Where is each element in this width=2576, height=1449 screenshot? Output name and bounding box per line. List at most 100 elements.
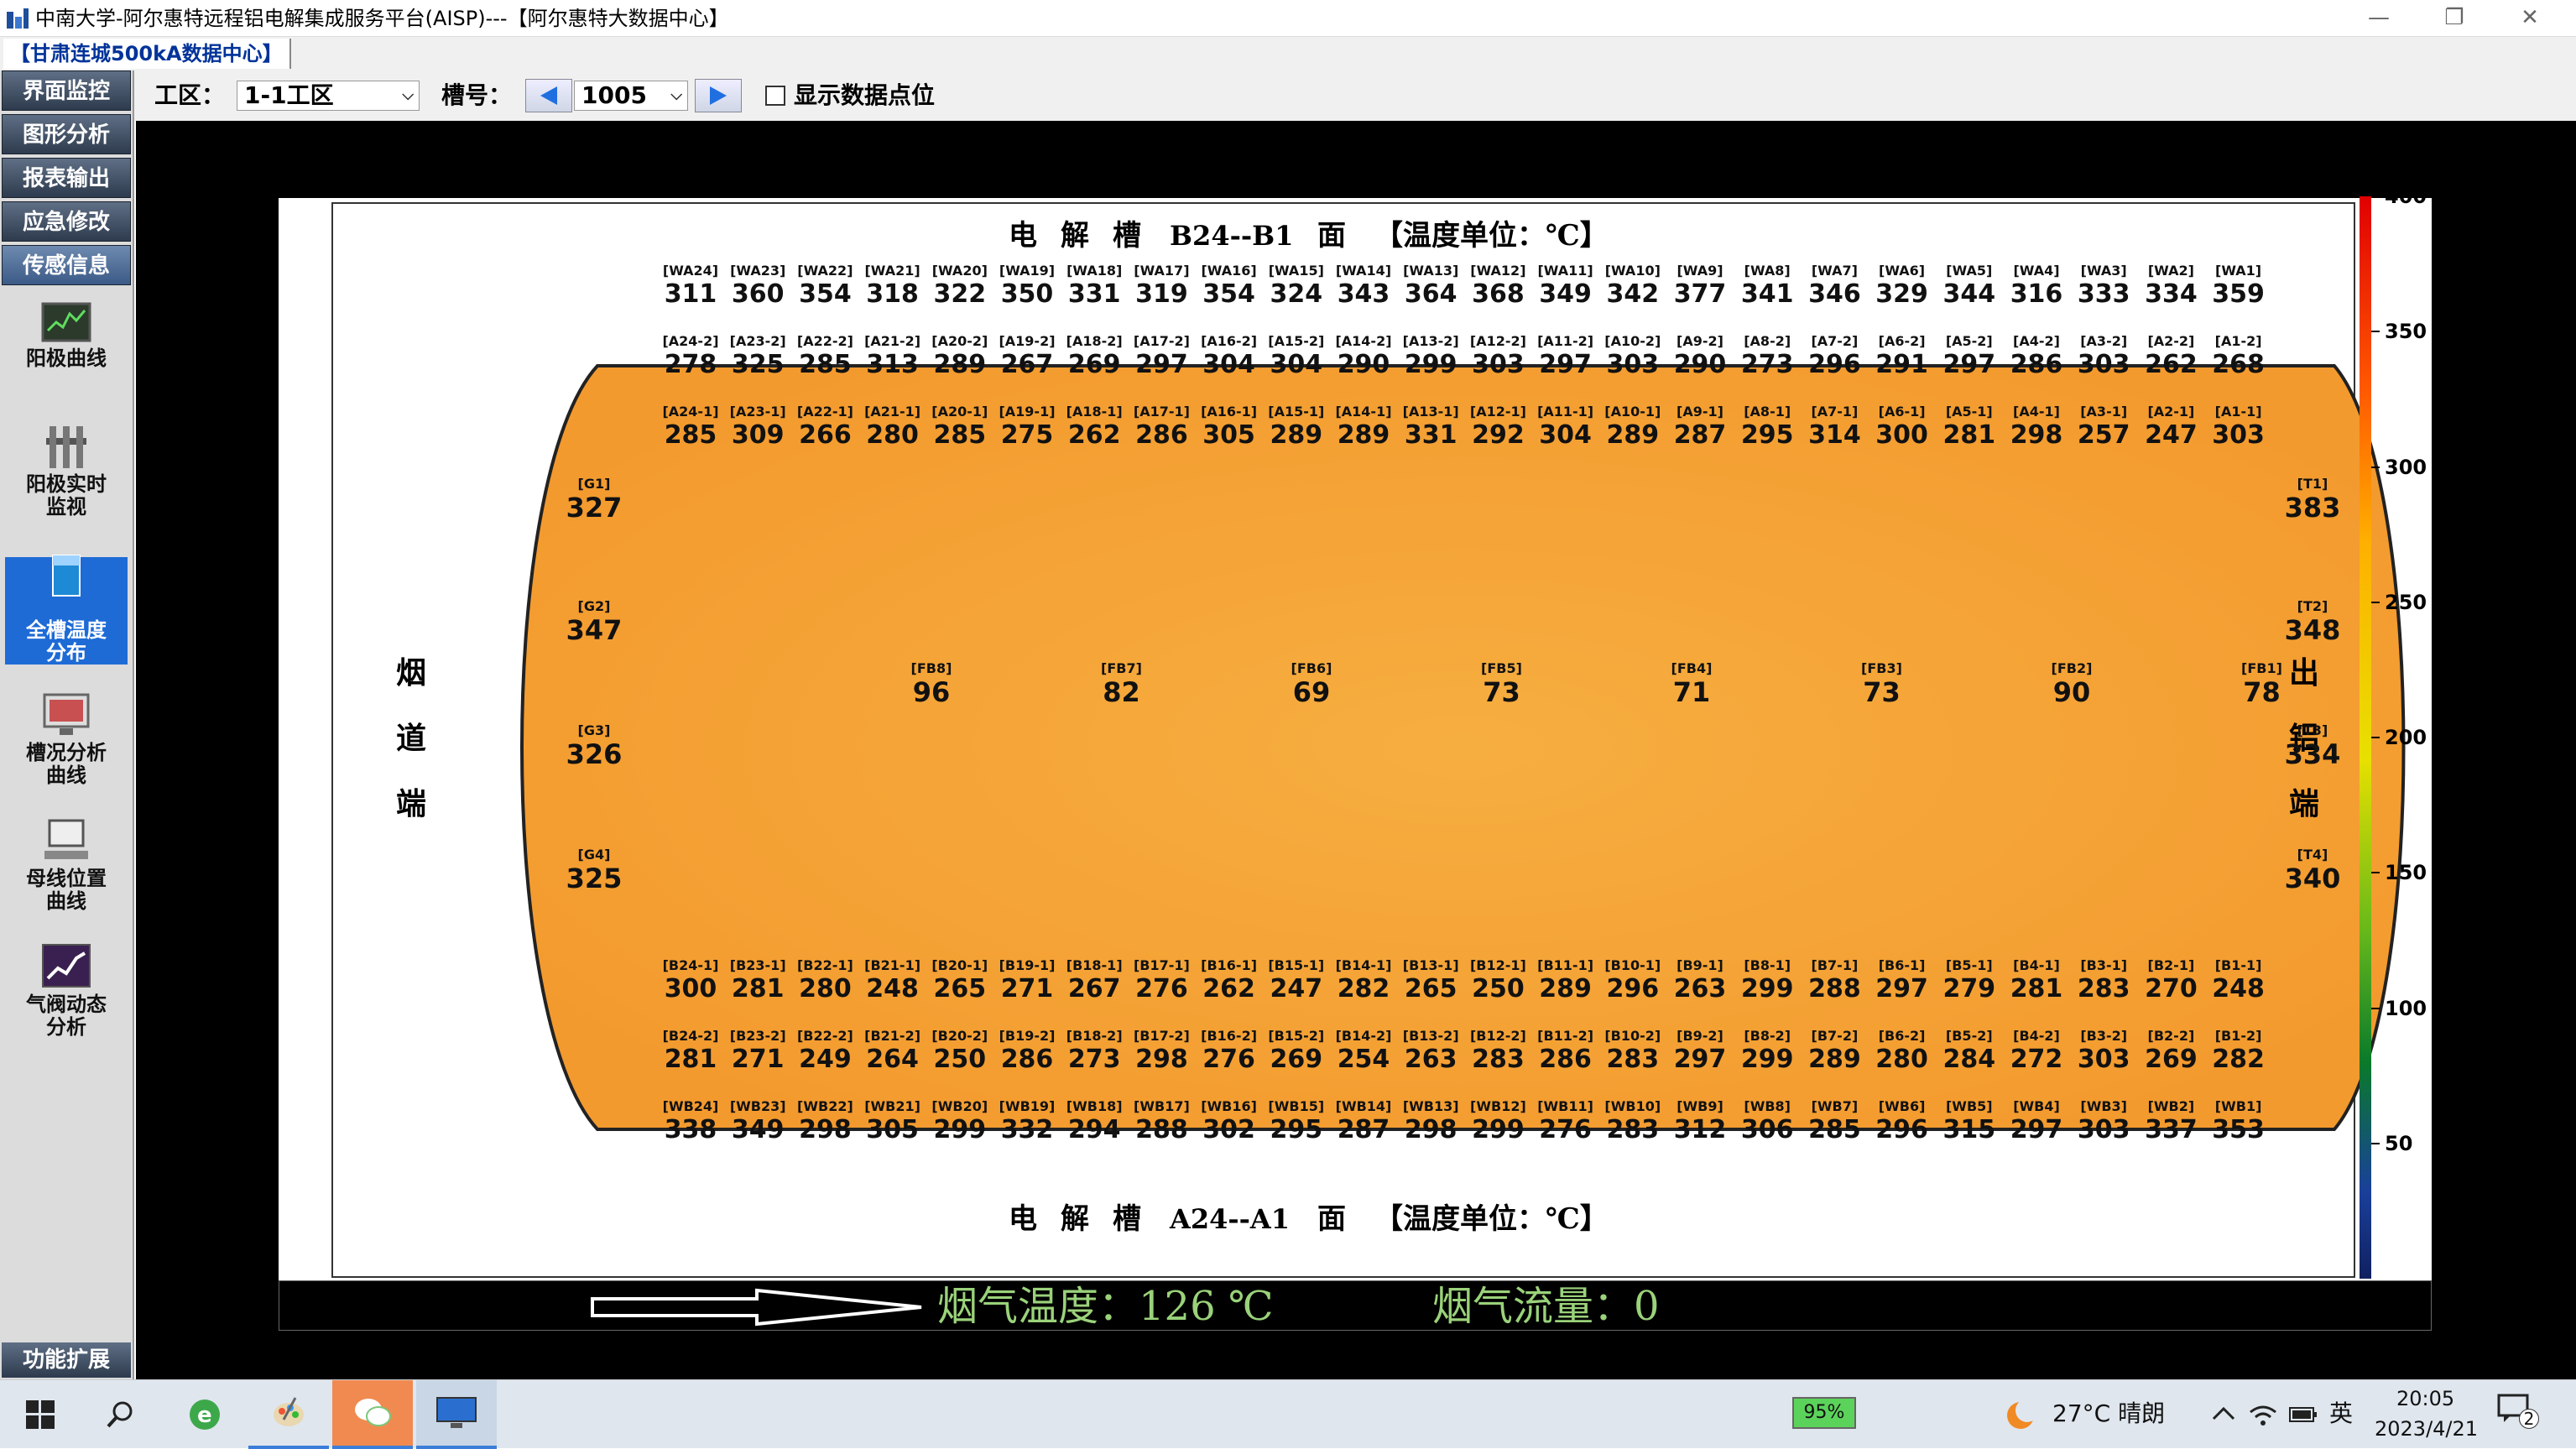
- sensor-label: [WA24]: [663, 263, 718, 279]
- sensor-label: [A3-1]: [2080, 404, 2127, 420]
- fb-value: 78: [2243, 676, 2281, 708]
- sensor-label: [B17-1]: [1134, 957, 1190, 973]
- sensor-label: [WA21]: [864, 263, 920, 279]
- sensor-label: [WA10]: [1605, 263, 1661, 279]
- sensor-label: [A22-1]: [797, 404, 853, 420]
- tool-valve-dynamic-analysis[interactable]: 气阀动态 分析: [5, 943, 128, 1039]
- sensor-label: [WA19]: [999, 263, 1055, 279]
- ime-indicator[interactable]: 英: [2329, 1400, 2353, 1427]
- cell-select[interactable]: 1005 ⌵: [574, 81, 688, 111]
- sensor-label: [WA11]: [1537, 263, 1593, 279]
- sensor-value: 283: [1472, 1045, 1525, 1074]
- sensor-label: [B24-1]: [663, 957, 719, 973]
- sensor-value: 297: [1875, 974, 1928, 1003]
- start-button[interactable]: [0, 1380, 81, 1449]
- clock-date[interactable]: 2023/4/21: [2375, 1415, 2478, 1442]
- sensor-label: [B3-1]: [2080, 957, 2127, 973]
- prev-cell-button[interactable]: [525, 79, 572, 112]
- sensor-value: 316: [2010, 279, 2063, 309]
- taskbar-browser[interactable]: e: [164, 1380, 245, 1449]
- sensor-label: [WB15]: [1268, 1098, 1324, 1114]
- sensor-value: 290: [1674, 350, 1727, 379]
- tool-cell-condition-curve[interactable]: 槽况分析 曲线: [5, 691, 128, 787]
- next-cell-button[interactable]: [695, 79, 742, 112]
- menu-interface-monitor[interactable]: 界面监控: [2, 70, 131, 111]
- sensor-label: [B15-1]: [1268, 957, 1324, 973]
- window-titlebar: 中南大学-阿尔惠特远程铝电解集成服务平台(AISP)---【阿尔惠特大数据中心】…: [0, 0, 2576, 37]
- sensor-value: 263: [1405, 1045, 1457, 1074]
- sensor-value: 247: [2145, 420, 2198, 450]
- sensor-label: [A6-2]: [1879, 333, 1926, 349]
- sensor-label: [A17-1]: [1134, 404, 1190, 420]
- sensor-value: 281: [732, 974, 785, 1003]
- sensor-value: 311: [665, 279, 717, 309]
- taskbar-app[interactable]: [416, 1380, 497, 1449]
- ie-browser-icon: e: [190, 1399, 220, 1430]
- g-label: [G4]: [578, 847, 611, 863]
- tab-data-center[interactable]: 【甘肃连城500kA数据中心】: [3, 39, 291, 69]
- sensor-value: 248: [866, 974, 919, 1003]
- battery-indicator[interactable]: 95%: [1792, 1397, 1856, 1429]
- chevron-up-icon[interactable]: [2212, 1405, 2235, 1422]
- sensor-value: 303: [2078, 1115, 2130, 1144]
- fb-value: 82: [1103, 676, 1140, 708]
- sensor-value: 306: [1741, 1115, 1794, 1144]
- minimize-button[interactable]: —: [2341, 0, 2417, 37]
- show-points-checkbox[interactable]: [765, 86, 785, 106]
- fb-label: [FB3]: [1861, 660, 1902, 676]
- area-label: 工区：: [154, 81, 226, 109]
- sensor-label: [A2-2]: [2147, 333, 2194, 349]
- network-icon[interactable]: [2249, 1402, 2277, 1427]
- sensor-label: [A9-2]: [1676, 333, 1723, 349]
- taskbar-wechat[interactable]: [332, 1380, 413, 1449]
- sensor-label: [B4-2]: [2013, 1028, 2060, 1044]
- clock-time[interactable]: 20:05: [2396, 1385, 2454, 1412]
- tool-busbar-position-curve[interactable]: 母线位置 曲线: [5, 817, 128, 913]
- menu-report-output[interactable]: 报表输出: [2, 158, 131, 198]
- weather-text[interactable]: 27°C 晴朗: [2052, 1400, 2165, 1427]
- sensor-value: 297: [1135, 350, 1188, 379]
- sensor-label: [WB1]: [2215, 1098, 2262, 1114]
- taskbar-paint[interactable]: [248, 1380, 329, 1449]
- tool-cell-temp-distribution[interactable]: 全槽温度 分布: [5, 555, 128, 665]
- tool-anode-curve[interactable]: 阳极曲线: [5, 302, 128, 370]
- sensor-value: 318: [866, 279, 919, 309]
- main-area: 电 解 槽 B24--B1 面 【温度单位：℃】 电 解 槽 A24--A1 面…: [136, 121, 2576, 1379]
- sensor-value: 354: [799, 279, 852, 309]
- svg-text:e: e: [197, 1403, 212, 1428]
- fb-value: 73: [1863, 676, 1901, 708]
- sensor-label: [B4-1]: [2013, 957, 2060, 973]
- close-button[interactable]: ✕: [2492, 0, 2568, 37]
- sensor-label: [WB22]: [797, 1098, 853, 1114]
- sensor-label: [B1-1]: [2215, 957, 2262, 973]
- tool-label: 气阀动态: [26, 993, 107, 1016]
- sensor-label: [WB13]: [1403, 1098, 1459, 1114]
- menu-emergency-edit[interactable]: 应急修改: [2, 201, 131, 242]
- search-button[interactable]: [81, 1380, 161, 1449]
- area-select[interactable]: 1-1工区 ⌵: [237, 81, 420, 111]
- tool-label: 监视: [46, 495, 86, 519]
- menu-function-extension[interactable]: 功能扩展: [2, 1342, 131, 1378]
- sensor-value: 283: [2078, 974, 2130, 1003]
- sensor-label: [A10-2]: [1604, 333, 1661, 349]
- title-char: 槽: [1113, 1202, 1141, 1236]
- sensor-value: 247: [1270, 974, 1322, 1003]
- sensor-value: 309: [732, 420, 785, 450]
- sensor-label: [A10-1]: [1604, 404, 1661, 420]
- menu-graph-analysis[interactable]: 图形分析: [2, 114, 131, 154]
- top-face-label: B24--B1: [1170, 220, 1293, 252]
- sensor-label: [WB12]: [1470, 1098, 1526, 1114]
- sensor-label: [B9-1]: [1676, 957, 1723, 973]
- sensor-value: 349: [1539, 279, 1592, 309]
- menu-sensor-info[interactable]: 传感信息: [2, 245, 131, 285]
- notification-button[interactable]: 2: [2497, 1394, 2547, 1436]
- battery-icon[interactable]: [2289, 1405, 2318, 1424]
- sensor-label: [A2-1]: [2147, 404, 2194, 420]
- sensor-label: [WB18]: [1066, 1098, 1123, 1114]
- chevron-down-icon: ⌵: [670, 86, 682, 104]
- sensor-label: [A11-1]: [1537, 404, 1593, 420]
- restore-button[interactable]: ❐: [2417, 0, 2492, 37]
- sensor-label: [B12-2]: [1470, 1028, 1526, 1044]
- tool-label: 分布: [46, 641, 86, 665]
- tool-anode-realtime[interactable]: 阳极实时 监视: [5, 423, 128, 519]
